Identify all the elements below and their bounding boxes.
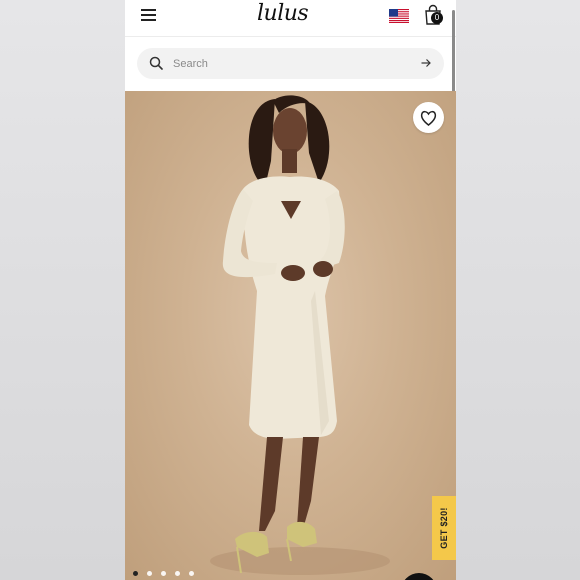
carousel-dot-1[interactable]: [133, 571, 138, 576]
top-navigation-bar: lulus 0: [125, 0, 456, 37]
model-in-cream-sweater-dress-photo: [210, 95, 390, 575]
carousel-dot-4[interactable]: [175, 571, 180, 576]
wishlist-button[interactable]: [413, 102, 444, 133]
left-background: [0, 0, 125, 580]
carousel-indicators: [133, 570, 203, 578]
cart-count-badge: 0: [431, 12, 443, 24]
hamburger-menu-icon[interactable]: [139, 6, 159, 24]
product-image[interactable]: GET $20!: [125, 91, 456, 580]
search-bar[interactable]: [137, 48, 444, 79]
search-input[interactable]: [173, 53, 403, 74]
right-background: [456, 0, 580, 580]
carousel-dot-2[interactable]: [147, 571, 152, 576]
lulus-logo[interactable]: lulus: [257, 0, 325, 28]
promo-label: GET $20!: [439, 507, 449, 549]
phone-screen: lulus 0 Search GET $20!: [125, 0, 456, 580]
carousel-dot-5[interactable]: [189, 571, 194, 576]
arrow-right-icon[interactable]: [420, 57, 432, 69]
heart-icon: [420, 110, 437, 126]
us-flag-icon[interactable]: [389, 9, 409, 23]
carousel-dot-3[interactable]: [161, 571, 166, 576]
get-20-promo-tab[interactable]: GET $20!: [432, 496, 456, 560]
logo-text: lulus: [257, 1, 309, 26]
search-icon: [149, 56, 163, 70]
